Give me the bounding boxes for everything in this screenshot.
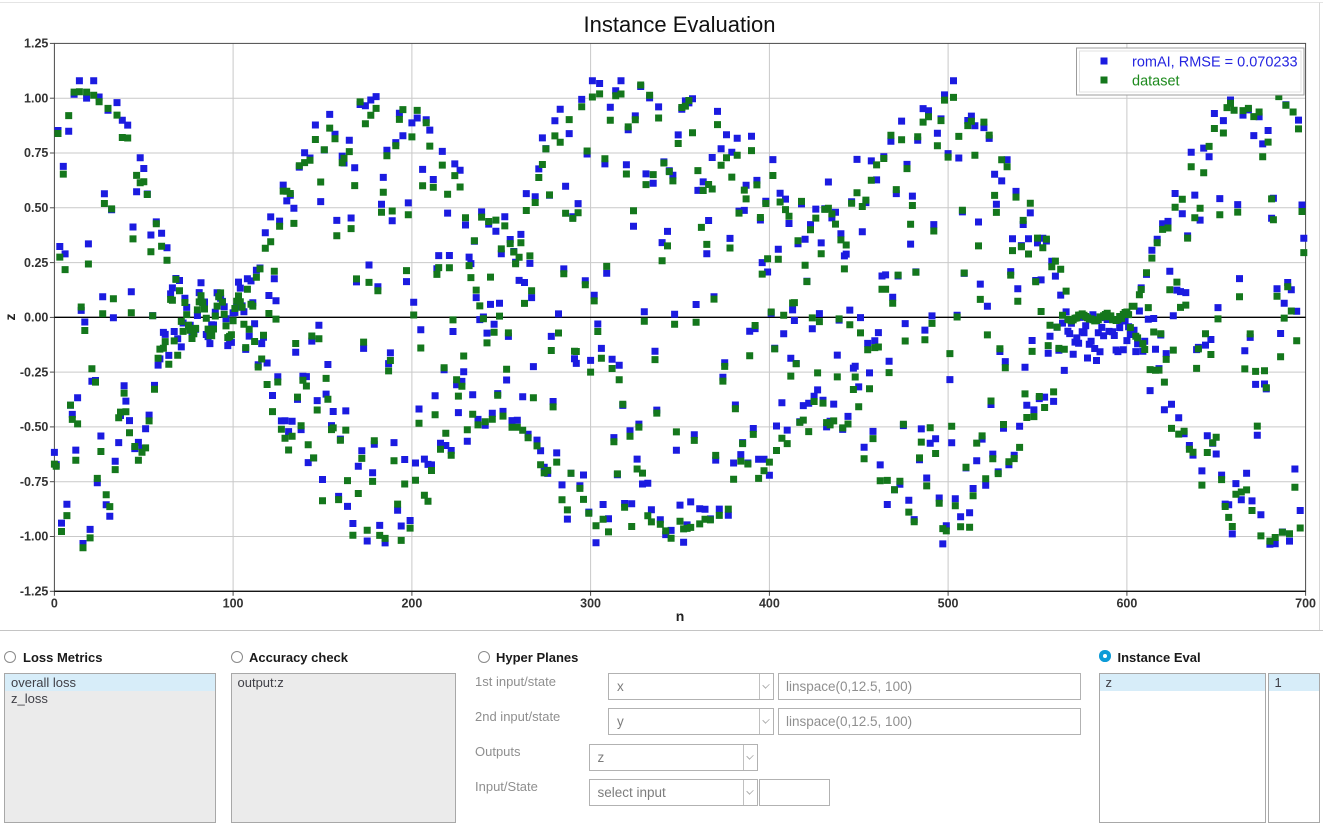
svg-text:600: 600	[1116, 596, 1137, 610]
svg-text:romAI, RMSE = 0.070233: romAI, RMSE = 0.070233	[1132, 55, 1298, 71]
svg-text:0.75: 0.75	[24, 146, 48, 160]
svg-text:300: 300	[580, 596, 601, 610]
svg-text:400: 400	[759, 596, 780, 610]
svg-text:500: 500	[938, 596, 959, 610]
svg-text:200: 200	[401, 596, 422, 610]
svg-text:0.00: 0.00	[24, 311, 48, 325]
svg-text:-0.25: -0.25	[20, 365, 49, 379]
svg-text:n: n	[676, 608, 685, 624]
svg-text:0.50: 0.50	[24, 201, 48, 215]
svg-text:z: z	[2, 314, 18, 321]
svg-text:0: 0	[51, 596, 58, 610]
svg-text:0.25: 0.25	[24, 256, 48, 270]
svg-text:-0.75: -0.75	[20, 475, 49, 489]
svg-text:700: 700	[1295, 596, 1316, 610]
svg-text:1.25: 1.25	[24, 37, 48, 51]
svg-text:1.00: 1.00	[24, 91, 48, 105]
svg-text:dataset: dataset	[1132, 74, 1180, 90]
svg-text:-1.00: -1.00	[20, 530, 49, 544]
svg-text:-0.50: -0.50	[20, 420, 49, 434]
svg-text:-1.25: -1.25	[20, 585, 49, 599]
svg-text:100: 100	[223, 596, 244, 610]
